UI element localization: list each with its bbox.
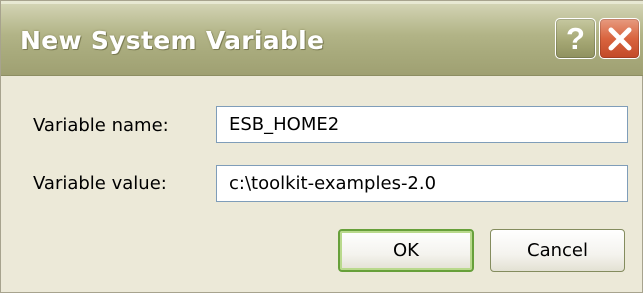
ok-button[interactable]: OK (338, 229, 474, 272)
close-icon (608, 27, 631, 50)
variable-name-label: Variable name: (33, 115, 169, 136)
question-icon: ? (566, 21, 585, 56)
help-button[interactable]: ? (555, 18, 596, 59)
title-bar-highlight (1, 1, 643, 4)
variable-name-value: ESB_HOME2 (229, 114, 340, 135)
cancel-button[interactable]: Cancel (490, 229, 625, 272)
variable-name-input[interactable]: ESB_HOME2 (216, 106, 628, 143)
title-bar[interactable]: New System Variable ? (1, 1, 643, 76)
ok-button-label: OK (393, 240, 419, 261)
variable-value-value: c:\toolkit-examples-2.0 (229, 173, 437, 194)
variable-value-input[interactable]: c:\toolkit-examples-2.0 (216, 165, 628, 202)
close-button[interactable] (599, 18, 640, 59)
dialog-title: New System Variable (20, 26, 325, 55)
new-system-variable-dialog: New System Variable ? Variable name: ESB… (0, 0, 643, 293)
cancel-button-label: Cancel (527, 240, 588, 261)
variable-value-label: Variable value: (33, 173, 167, 194)
